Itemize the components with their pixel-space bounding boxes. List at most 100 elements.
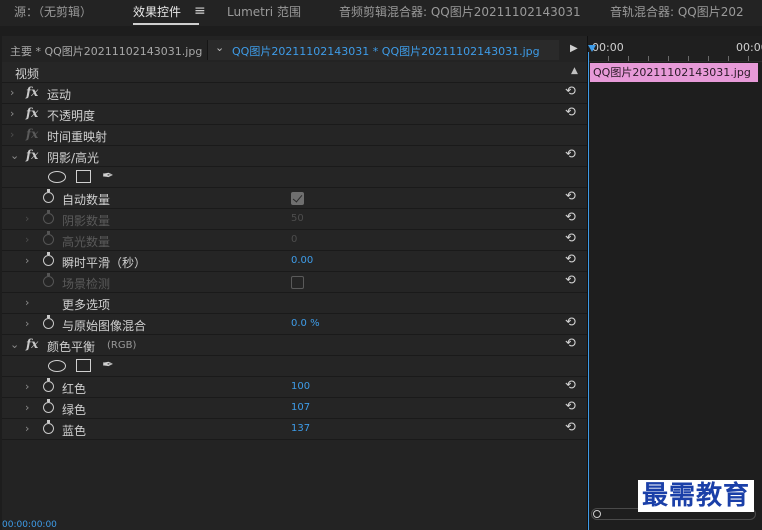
stopwatch-icon[interactable]	[43, 378, 54, 392]
sequence-clip-label[interactable]: QQ图片20211102143031 * QQ图片20211102143031.…	[232, 43, 540, 59]
rectangle-mask-icon[interactable]	[76, 170, 91, 183]
param-highlight-amount: › 高光数量 0 ⟲	[2, 230, 587, 251]
collapse-up-icon[interactable]: ▲	[571, 66, 578, 76]
pen-mask-icon[interactable]: ✒	[102, 168, 114, 184]
fx-icon[interactable]: fx	[26, 148, 38, 162]
reset-icon[interactable]: ⟲	[565, 189, 576, 204]
video-section-header: 视频 ▲	[2, 62, 587, 83]
green-label: 绿色	[62, 403, 87, 417]
tab-audio-track-mixer[interactable]: 音轨混合器: QQ图片202	[610, 4, 744, 22]
sequence-header: 主要 * QQ图片20211102143031.jpg ⌄ QQ图片202111…	[2, 39, 587, 60]
auto-amount-checkbox[interactable]	[291, 192, 304, 205]
temporal-smoothing-value[interactable]: 0.00	[291, 255, 313, 266]
stopwatch-icon[interactable]	[43, 420, 54, 434]
chevron-right-icon[interactable]: ›	[25, 422, 29, 435]
fx-icon[interactable]: fx	[26, 85, 38, 99]
param-shadow-amount: › 阴影数量 50 ⟲	[2, 209, 587, 230]
stopwatch-icon[interactable]	[43, 315, 54, 329]
scroll-handle[interactable]	[593, 510, 601, 518]
reset-icon[interactable]: ⟲	[565, 315, 576, 330]
effect-time-remap[interactable]: › fx 时间重映射	[2, 125, 587, 146]
param-more-options[interactable]: › 更多选项	[2, 293, 587, 314]
time-ruler[interactable]: 00:00 00:00	[588, 36, 762, 62]
chevron-right-icon[interactable]: ›	[25, 380, 29, 393]
master-clip-label[interactable]: 主要 * QQ图片20211102143031.jpg	[10, 43, 202, 59]
reset-icon[interactable]: ⟲	[565, 252, 576, 267]
play-only-icon[interactable]: ▶	[570, 43, 578, 54]
chevron-right-icon[interactable]: ›	[25, 296, 29, 309]
color-balance-suffix: (RGB)	[107, 340, 137, 351]
chevron-right-icon[interactable]: ›	[10, 86, 14, 99]
chevron-down-icon[interactable]: ⌄	[10, 338, 19, 351]
effect-opacity[interactable]: › fx 不透明度 ⟲	[2, 104, 587, 125]
temporal-smoothing-label: 瞬时平滑（秒）	[62, 256, 147, 270]
reset-icon[interactable]: ⟲	[565, 84, 576, 99]
blend-original-value[interactable]: 0.0 %	[291, 318, 320, 329]
timeline-clip[interactable]: QQ图片20211102143031.jpg	[590, 63, 758, 82]
tab-lumetri-scopes[interactable]: Lumetri 范围	[227, 4, 301, 22]
ruler-tick	[628, 56, 629, 61]
reset-icon[interactable]: ⟲	[565, 273, 576, 288]
shadow-amount-label: 阴影数量	[62, 214, 111, 228]
ruler-tick	[648, 56, 649, 61]
ruler-tick	[668, 56, 669, 61]
chevron-right-icon[interactable]: ›	[25, 401, 29, 414]
stopwatch-icon[interactable]	[43, 399, 54, 413]
chevron-right-icon[interactable]: ›	[10, 128, 14, 141]
ruler-tick	[608, 56, 609, 61]
red-value[interactable]: 100	[291, 381, 310, 392]
chevron-right-icon[interactable]: ›	[25, 254, 29, 267]
param-green: › 绿色 107 ⟲	[2, 398, 587, 419]
effect-time-remap-label: 时间重映射	[47, 130, 108, 144]
chevron-right-icon[interactable]: ›	[10, 107, 14, 120]
ellipse-mask-icon[interactable]	[48, 171, 66, 183]
reset-icon[interactable]: ⟲	[565, 378, 576, 393]
reset-icon[interactable]: ⟲	[565, 147, 576, 162]
effect-shadow-highlight-label: 阴影/高光	[47, 151, 100, 165]
scene-detect-label: 场景检测	[62, 277, 111, 291]
effect-timeline: 00:00 00:00 QQ图片20211102143031.jpg 最需教育	[587, 36, 762, 530]
more-options-label: 更多选项	[62, 298, 111, 312]
blend-original-label: 与原始图像混合	[62, 319, 147, 333]
pen-mask-icon[interactable]: ✒	[102, 357, 114, 373]
chevron-right-icon: ›	[25, 212, 30, 225]
fx-icon[interactable]: fx	[26, 106, 38, 120]
reset-icon[interactable]: ⟲	[565, 105, 576, 120]
ellipse-mask-icon[interactable]	[48, 360, 66, 372]
reset-icon[interactable]: ⟲	[565, 336, 576, 351]
tab-audio-clip-mixer[interactable]: 音频剪辑混合器: QQ图片20211102143031	[339, 4, 581, 22]
rectangle-mask-icon[interactable]	[76, 359, 91, 372]
stopwatch-icon[interactable]	[43, 252, 54, 266]
playhead-handle[interactable]	[588, 45, 596, 52]
chevron-right-icon[interactable]: ›	[25, 317, 29, 330]
tab-source[interactable]: 源：（无剪辑）	[14, 4, 92, 22]
hamburger-icon[interactable]: ≡	[194, 3, 206, 19]
stopwatch-icon	[43, 231, 54, 245]
scene-detect-checkbox[interactable]	[291, 276, 304, 289]
chevron-down-icon[interactable]: ⌄	[10, 149, 19, 162]
effect-opacity-label: 不透明度	[47, 109, 96, 123]
green-value[interactable]: 107	[291, 402, 310, 413]
video-section-label: 视频	[15, 67, 40, 81]
playhead-line[interactable]	[588, 52, 589, 530]
tab-effect-controls[interactable]: 效果控件	[133, 4, 200, 25]
chevron-right-icon: ›	[25, 233, 30, 246]
reset-icon[interactable]: ⟲	[565, 399, 576, 414]
timecode-start: 00:00	[592, 41, 624, 54]
effect-shadow-highlight[interactable]: ⌄ fx 阴影/高光 ⟲	[2, 146, 587, 167]
chevron-down-icon[interactable]: ⌄	[215, 41, 224, 54]
effect-motion-label: 运动	[47, 88, 72, 102]
effect-motion[interactable]: › fx 运动 ⟲	[2, 83, 587, 104]
shadow-amount-value: 50	[291, 213, 304, 224]
reset-icon[interactable]: ⟲	[565, 210, 576, 225]
effect-color-balance[interactable]: ⌄ fx 颜色平衡 (RGB) ⟲	[2, 335, 587, 356]
stopwatch-icon[interactable]	[43, 189, 54, 203]
reset-icon[interactable]: ⟲	[565, 420, 576, 435]
footer-timecode[interactable]: 00:00:00:00	[2, 520, 57, 530]
ruler-tick	[688, 56, 689, 61]
blue-value[interactable]: 137	[291, 423, 310, 434]
fx-icon[interactable]: fx	[26, 337, 38, 351]
reset-icon[interactable]: ⟲	[565, 231, 576, 246]
clip-selector[interactable]: ⌄ QQ图片20211102143031 * QQ图片2021110214303…	[207, 40, 559, 60]
param-blue: › 蓝色 137 ⟲	[2, 419, 587, 440]
